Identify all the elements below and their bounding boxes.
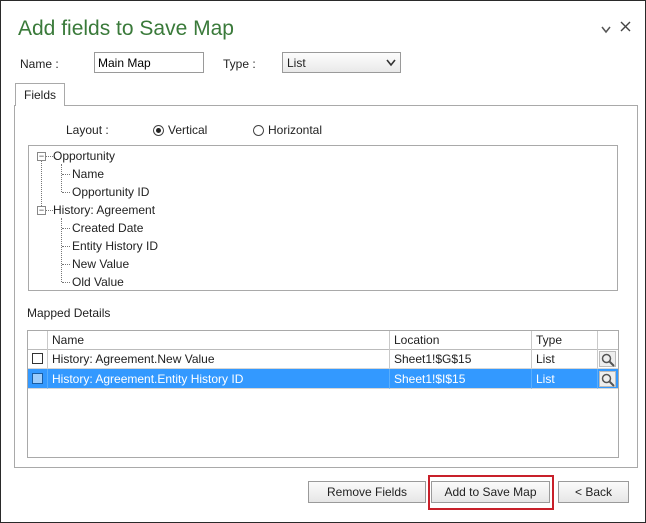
tree-collapse-icon[interactable]: − (37, 152, 46, 161)
type-label: Type : (223, 57, 256, 71)
remove-fields-button[interactable]: Remove Fields (308, 481, 426, 503)
layout-horizontal-radio[interactable]: Horizontal (253, 123, 322, 137)
tree-connector (62, 192, 70, 193)
tree-connector (62, 282, 70, 283)
tree-group-history-agreement[interactable]: History: Agreement (53, 203, 155, 217)
tree-collapse-icon[interactable]: − (37, 206, 46, 215)
tab-fields[interactable]: Fields (15, 83, 65, 106)
tree-group-opportunity[interactable]: Opportunity (53, 149, 115, 163)
row-checkbox[interactable] (32, 373, 43, 384)
radio-horizontal-dot (253, 124, 264, 136)
row-lookup-cell (598, 349, 618, 369)
row-type: List (532, 369, 598, 389)
name-label: Name : (20, 57, 59, 71)
tree-connector (62, 246, 70, 247)
search-icon[interactable] (599, 371, 616, 387)
tree-connector (62, 228, 70, 229)
tree-item-old-value[interactable]: Old Value (72, 275, 124, 289)
grid-header-type[interactable]: Type (532, 331, 598, 349)
dropdown-arrow-icon (386, 55, 396, 72)
tree-item-entity-history-id[interactable]: Entity History ID (72, 239, 158, 253)
row-checkbox[interactable] (32, 353, 43, 364)
row-location: Sheet1!$I$15 (390, 369, 532, 389)
layout-label: Layout : (66, 123, 109, 137)
tree-connector (45, 156, 53, 157)
tree-connector (61, 164, 62, 192)
name-field-box (94, 52, 204, 73)
back-button[interactable]: < Back (558, 481, 629, 503)
row-name: History: Agreement.Entity History ID (48, 369, 390, 389)
row-name: History: Agreement.New Value (48, 349, 390, 369)
mapped-details-label: Mapped Details (27, 306, 111, 320)
row-check-cell (28, 369, 48, 389)
tree-connector (62, 174, 70, 175)
grid-header-check (28, 331, 48, 349)
row-lookup-cell (598, 369, 618, 389)
grid-header-location[interactable]: Location (390, 331, 532, 349)
table-row[interactable]: History: Agreement.New Value Sheet1!$G$1… (28, 349, 618, 369)
tree-item-created-date[interactable]: Created Date (72, 221, 143, 235)
grid-header-name[interactable]: Name (48, 331, 390, 349)
tree-connector (62, 264, 70, 265)
search-icon[interactable] (599, 351, 616, 367)
fields-tree: − Opportunity Name Opportunity ID − Hist… (28, 145, 618, 291)
type-select[interactable]: List (282, 52, 401, 73)
name-field[interactable] (95, 53, 203, 72)
radio-vertical-dot (153, 124, 164, 136)
add-to-save-map-button[interactable]: Add to Save Map (431, 481, 550, 503)
tree-item-opportunity-id[interactable]: Opportunity ID (72, 185, 149, 199)
close-icon[interactable] (620, 19, 631, 35)
dialog-title: Add fields to Save Map (18, 17, 234, 40)
mapped-details-grid: Name Location Type History: Agreement.Ne… (27, 330, 619, 458)
grid-header: Name Location Type (28, 331, 618, 350)
layout-horizontal-label: Horizontal (268, 123, 323, 137)
layout-vertical-radio[interactable]: Vertical (153, 123, 207, 137)
row-location: Sheet1!$G$15 (390, 349, 532, 369)
chevron-down-icon[interactable] (601, 21, 611, 37)
type-select-value: List (287, 56, 306, 70)
row-type: List (532, 349, 598, 369)
layout-vertical-label: Vertical (168, 123, 208, 137)
tree-item-name[interactable]: Name (72, 167, 104, 181)
table-row[interactable]: History: Agreement.Entity History ID She… (28, 369, 618, 389)
tree-item-new-value[interactable]: New Value (72, 257, 129, 271)
tree-connector (45, 210, 53, 211)
row-check-cell (28, 349, 48, 369)
